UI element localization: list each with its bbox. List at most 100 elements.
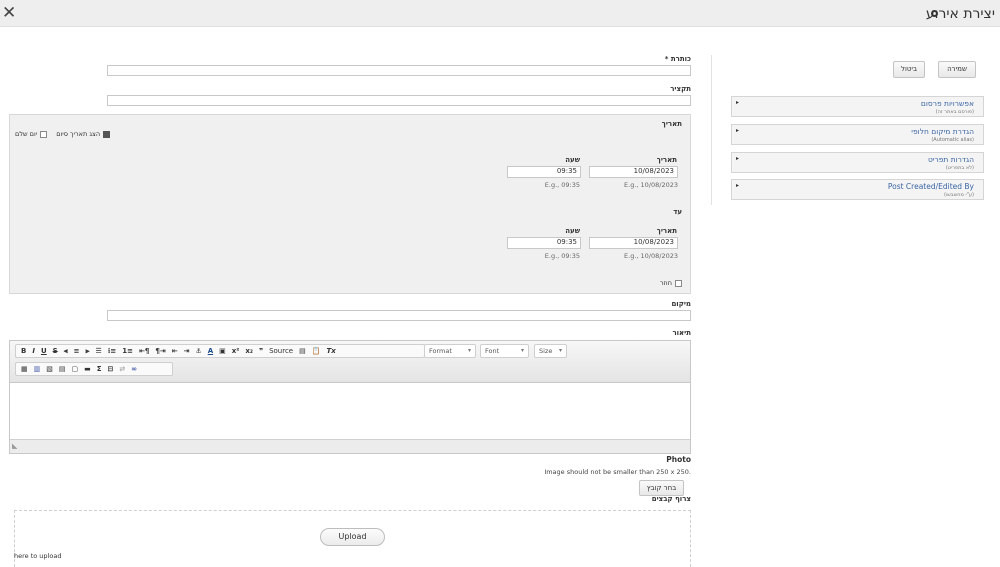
location-input[interactable]: [107, 310, 691, 321]
upload-button[interactable]: Upload: [320, 528, 385, 546]
from-date-label: תאריך: [656, 156, 677, 164]
chevron-down-icon: ▾: [520, 347, 524, 354]
format-select[interactable]: Format ▾: [424, 344, 476, 358]
repeat-checkbox[interactable]: [674, 279, 682, 287]
sidebar-panel-author[interactable]: ▸ Post Created/Edited By (ע"י מחשבשו): [731, 179, 984, 200]
source-button[interactable]: Source: [266, 345, 296, 357]
chevron-down-icon: ▾: [467, 347, 471, 354]
save-button[interactable]: שמירה: [938, 61, 976, 78]
anchor-icon[interactable]: ⚓: [192, 345, 204, 357]
editor-toolbar: B I U S ⫷ ≡ ⫸ ☰ ⁝≡ 1≡ ⇤¶ ¶⇥ ⇤ ⇥ ⚓ A ▣ x²…: [10, 341, 690, 383]
choose-file-button[interactable]: בחר קובץ: [639, 480, 684, 496]
link-icon[interactable]: ∞: [128, 363, 140, 375]
all-day-checkbox[interactable]: [40, 130, 48, 138]
date-options: הצג תאריך סיום יום שלם: [15, 130, 111, 138]
strike-button[interactable]: S: [50, 345, 61, 357]
blockquote-button[interactable]: ❞: [256, 345, 266, 357]
caret-icon: ▸: [736, 155, 740, 162]
align-right-button[interactable]: ⫸: [83, 345, 93, 357]
from-time-hint: E.g., 09:35: [544, 181, 580, 189]
repeat-option: חוזר: [660, 279, 682, 287]
superscript-button[interactable]: x²: [229, 345, 243, 357]
photo-label: Photo: [666, 455, 691, 464]
unlink-icon[interactable]: ⇄: [116, 363, 128, 375]
from-date-input[interactable]: 10/08/2023: [589, 166, 678, 178]
table-icon[interactable]: ▦: [18, 363, 31, 375]
columns-icon[interactable]: ▥: [31, 363, 44, 375]
bg-color-button[interactable]: ▣: [216, 345, 229, 357]
settings-circle-icon[interactable]: [931, 10, 938, 17]
toolbar-row2-group: ▦ ▥ ▧ ▤ ▢ ▬ Σ ⊟ ⇄ ∞: [15, 362, 173, 376]
to-time-hint: E.g., 09:35: [544, 252, 580, 260]
horizontal-rule-button[interactable]: ▤: [296, 345, 309, 357]
format-select-label: Format: [429, 347, 452, 355]
cancel-button[interactable]: ביטול: [893, 61, 925, 78]
italic-button[interactable]: I: [29, 345, 38, 357]
iframe-icon[interactable]: ▢: [69, 363, 82, 375]
to-date-hint: E.g., 10/08/2023: [624, 252, 678, 260]
math-icon[interactable]: Σ: [94, 363, 105, 375]
until-label: עד: [673, 208, 682, 216]
panel-title: Post Created/Edited By: [887, 182, 974, 191]
align-center-button[interactable]: ≡: [71, 345, 83, 357]
to-date-input[interactable]: 10/08/2023: [589, 237, 678, 249]
editor-content-area[interactable]: [10, 383, 690, 439]
photo-hint: Image should not be smaller than 250 x 2…: [544, 468, 691, 476]
location-label: מיקום: [671, 300, 691, 308]
caret-icon: ▸: [736, 127, 740, 134]
bold-button[interactable]: B: [18, 345, 29, 357]
image-icon[interactable]: ▧: [43, 363, 56, 375]
size-select[interactable]: Size ▾: [534, 344, 567, 358]
summary-input[interactable]: [107, 95, 691, 106]
rtl-button[interactable]: ¶⇥: [152, 345, 168, 357]
paste-text-button[interactable]: 📋: [309, 345, 324, 357]
title-bar: [0, 0, 1000, 27]
resize-handle-icon[interactable]: ◣: [12, 442, 17, 450]
panel-subtitle: (לא בתפריט): [945, 165, 974, 171]
to-time-label: שעה: [565, 227, 580, 235]
template-icon[interactable]: ▤: [56, 363, 69, 375]
from-date-hint: E.g., 10/08/2023: [624, 181, 678, 189]
outdent-button[interactable]: ⇤: [169, 345, 181, 357]
subscript-button[interactable]: x₂: [242, 345, 256, 357]
from-time-input[interactable]: 09:35: [507, 166, 581, 178]
sidebar-panel-alias[interactable]: ▸ הגדרת מיקום חלופי (Automatic alias): [731, 124, 984, 145]
all-day-label: יום שלם: [15, 130, 38, 138]
sidebar-panel-publishing[interactable]: ▸ אפשרויות פרסום (פורסם באתר זה): [731, 96, 984, 117]
numbered-list-button[interactable]: 1≡: [119, 345, 136, 357]
to-time-input[interactable]: 09:35: [507, 237, 581, 249]
justify-button[interactable]: ☰: [92, 345, 104, 357]
rich-text-editor: B I U S ⫷ ≡ ⫸ ☰ ⁝≡ 1≡ ⇤¶ ¶⇥ ⇤ ⇥ ⚓ A ▣ x²…: [9, 340, 691, 454]
show-end-date-checkbox[interactable]: [103, 130, 111, 138]
panel-title: הגדרות תפריט: [927, 155, 974, 164]
align-left-button[interactable]: ⫷: [61, 345, 71, 357]
bulleted-list-button[interactable]: ⁝≡: [105, 345, 120, 357]
drop-hint: here to upload: [14, 552, 62, 560]
font-select[interactable]: Font ▾: [480, 344, 529, 358]
close-icon[interactable]: ✕: [2, 3, 16, 23]
attachments-label: צרוף קבצים: [651, 495, 691, 503]
caret-icon: ▸: [736, 99, 740, 106]
underline-button[interactable]: U: [38, 345, 50, 357]
panel-title: אפשרויות פרסום: [920, 99, 974, 108]
sidebar-panel-menu[interactable]: ▸ הגדרות תפריט (לא בתפריט): [731, 152, 984, 173]
editor-statusbar: ◣: [10, 439, 690, 453]
title-input[interactable]: [107, 65, 691, 76]
to-date-label: תאריך: [656, 227, 677, 235]
remove-format-button[interactable]: Tx: [323, 345, 338, 357]
panel-subtitle: (פורסם באתר זה): [935, 109, 974, 115]
panel-subtitle: (Automatic alias): [931, 137, 974, 143]
toolbar-row1-group: B I U S ⫷ ≡ ⫸ ☰ ⁝≡ 1≡ ⇤¶ ¶⇥ ⇤ ⇥ ⚓ A ▣ x²…: [15, 344, 425, 358]
ltr-button[interactable]: ⇤¶: [136, 345, 152, 357]
show-end-date-label: הצג תאריך סיום: [56, 130, 101, 138]
size-select-label: Size: [539, 347, 553, 355]
panel-subtitle: (ע"י מחשבשו): [943, 192, 974, 198]
description-label: תיאור: [672, 329, 691, 337]
font-select-label: Font: [485, 347, 500, 355]
date-section-label: תאריך: [661, 120, 682, 128]
caret-icon: ▸: [736, 182, 740, 189]
media-icon[interactable]: ▬: [81, 363, 94, 375]
page-break-icon[interactable]: ⊟: [105, 363, 117, 375]
text-color-button[interactable]: A: [205, 345, 216, 357]
indent-button[interactable]: ⇥: [181, 345, 193, 357]
